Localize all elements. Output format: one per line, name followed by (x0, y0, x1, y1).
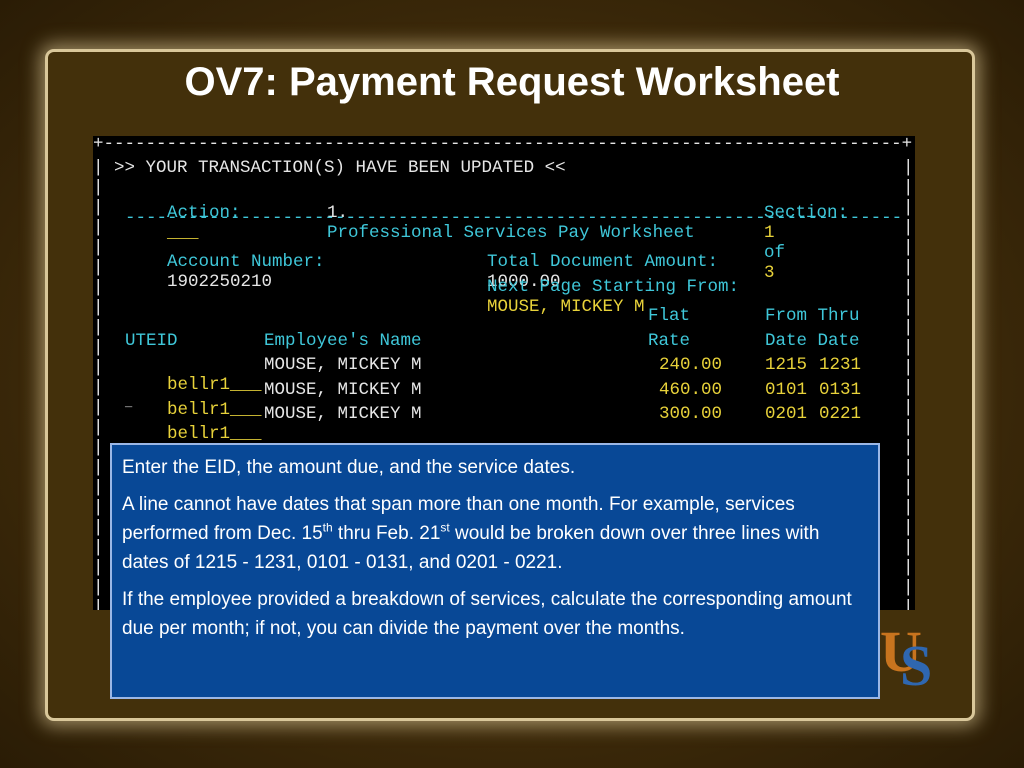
header-employee-name: Employee's Name (264, 331, 422, 351)
terminal-border-left: | | | | | | | | | | | | | | | | | | | | … (93, 158, 104, 610)
account-number-label: Account Number: (167, 252, 325, 272)
uteid-input[interactable]: bellr1 (167, 424, 230, 444)
instruction-callout: Enter the EID, the amount due, and the s… (110, 443, 880, 699)
employee-name: MOUSE, MICKEY M (264, 404, 422, 424)
terminal-border-right: | | | | | | | | | | | | | | | | | | | | … (903, 158, 914, 610)
header-flat: Flat (648, 306, 691, 326)
rate-input[interactable]: 240.00 (659, 355, 722, 375)
from-date-input[interactable]: 0101 (765, 380, 807, 400)
uteid-fill: ___ (230, 424, 262, 444)
next-page-value: MOUSE, MICKEY M (487, 297, 645, 317)
terminal-separator: ----------------------------------------… (125, 208, 903, 228)
header-uteid: UTEID (125, 331, 178, 351)
ut-logo: U S (878, 618, 948, 698)
instruction-paragraph-3: If the employee provided a breakdown of … (122, 589, 852, 639)
logo-letter-s: S (900, 633, 933, 698)
account-number-value[interactable]: 1902250210 (167, 272, 272, 292)
rate-input[interactable]: 300.00 (659, 404, 722, 424)
instruction-paragraph-2: A line cannot have dates that span more … (122, 494, 820, 573)
thru-date-input[interactable]: 0131 (819, 380, 861, 400)
transaction-banner: >> YOUR TRANSACTION(S) HAVE BEEN UPDATED… (114, 158, 566, 178)
employee-name: MOUSE, MICKEY M (264, 355, 422, 375)
rate-input[interactable]: 460.00 (659, 380, 722, 400)
from-date-input[interactable]: 0201 (765, 404, 807, 424)
from-date-input[interactable]: 1215 (765, 355, 807, 375)
section-of: of (764, 243, 786, 263)
thru-date-input[interactable]: 1231 (819, 355, 861, 375)
instruction-paragraph-1: Enter the EID, the amount due, and the s… (122, 457, 576, 478)
terminal-border-top: +---------------------------------------… (93, 136, 913, 154)
next-page-label: Next Page Starting From: (487, 277, 740, 297)
slide-title: OV7: Payment Request Worksheet (184, 60, 840, 104)
header-date-date: Date Date (765, 331, 860, 351)
header-from-thru: From Thru (765, 306, 860, 326)
employee-name: MOUSE, MICKEY M (264, 380, 422, 400)
thru-date-input[interactable]: 0221 (819, 404, 861, 424)
header-rate: Rate (648, 331, 691, 351)
section-total: 3 (764, 263, 775, 283)
